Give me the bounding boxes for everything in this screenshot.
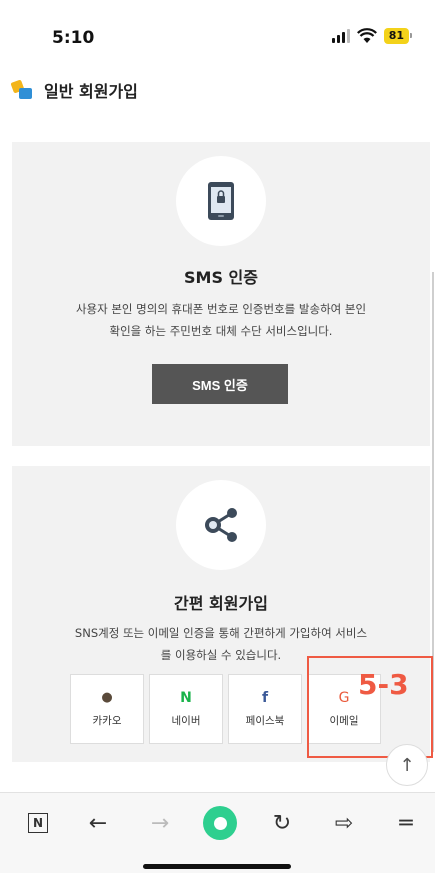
sms-desc-line-1: 사용자 본인 명의의 휴대폰 번호로 인증번호를 발송하여 본인 (75, 302, 367, 316)
page-header: 일반 회원가입 (10, 78, 138, 102)
facebook-signup-button[interactable]: f 페이스북 (228, 674, 302, 744)
page-title: 일반 회원가입 (44, 82, 138, 101)
member-signup-icon (10, 79, 34, 101)
naver-home-button[interactable]: N (18, 803, 58, 843)
browser-toolbar: N ← → ↻ ⇨ ═ (0, 792, 435, 873)
menu-icon: ═ (399, 810, 413, 836)
reload-icon: ↻ (272, 810, 292, 836)
share-button[interactable]: ⇨ (324, 803, 364, 843)
kakao-signup-button[interactable]: ● 카카오 (70, 674, 144, 744)
kakao-icon: ● (101, 690, 113, 705)
naver-n-icon: N (28, 813, 48, 833)
status-bar: 5:10 81 (0, 0, 435, 70)
home-indicator (143, 864, 291, 869)
naver-icon: N (180, 690, 192, 706)
battery-icon: 81 (383, 28, 413, 44)
arrow-left-icon: ← (88, 810, 108, 836)
share-icon (176, 480, 266, 570)
sms-auth-card: SMS 인증 사용자 본인 명의의 휴대폰 번호로 인증번호를 발송하여 본인 … (12, 142, 430, 446)
forward-button[interactable]: → (140, 803, 180, 843)
sns-desc-line-1: SNS계정 또는 이메일 인증을 통해 간편하게 가입하여 서비스 (74, 626, 368, 640)
phone-lock-icon (176, 156, 266, 246)
facebook-icon: f (261, 690, 269, 706)
sms-auth-button[interactable]: SMS 인증 (152, 364, 288, 404)
sms-card-description: 사용자 본인 명의의 휴대폰 번호로 인증번호를 발송하여 본인 확인을 하는 … (26, 298, 416, 342)
arrow-right-icon: → (150, 810, 170, 836)
reload-button[interactable]: ↻ (262, 803, 302, 843)
kakao-label: 카카오 (92, 715, 122, 727)
green-dot-button[interactable] (200, 803, 240, 843)
arrow-up-icon: ↑ (399, 754, 415, 776)
back-button[interactable]: ← (78, 803, 118, 843)
sns-card-title: 간편 회원가입 (174, 594, 268, 613)
scroll-top-button[interactable]: ↑ (386, 744, 428, 786)
naver-signup-button[interactable]: N 네이버 (149, 674, 223, 744)
sms-card-title: SMS 인증 (184, 268, 258, 287)
share-arrow-icon: ⇨ (334, 810, 354, 836)
wifi-icon (356, 28, 377, 43)
sms-desc-line-2: 확인을 하는 주민번호 대체 수단 서비스입니다. (109, 324, 333, 338)
menu-button[interactable]: ═ (386, 803, 426, 843)
facebook-label: 페이스북 (245, 715, 285, 727)
signal-icon (331, 29, 350, 43)
status-time: 5:10 (52, 28, 95, 48)
naver-label: 네이버 (171, 715, 201, 727)
status-icons: 81 (331, 28, 413, 44)
annotation-label: 5-3 (358, 668, 409, 701)
green-dot-icon (203, 806, 237, 840)
